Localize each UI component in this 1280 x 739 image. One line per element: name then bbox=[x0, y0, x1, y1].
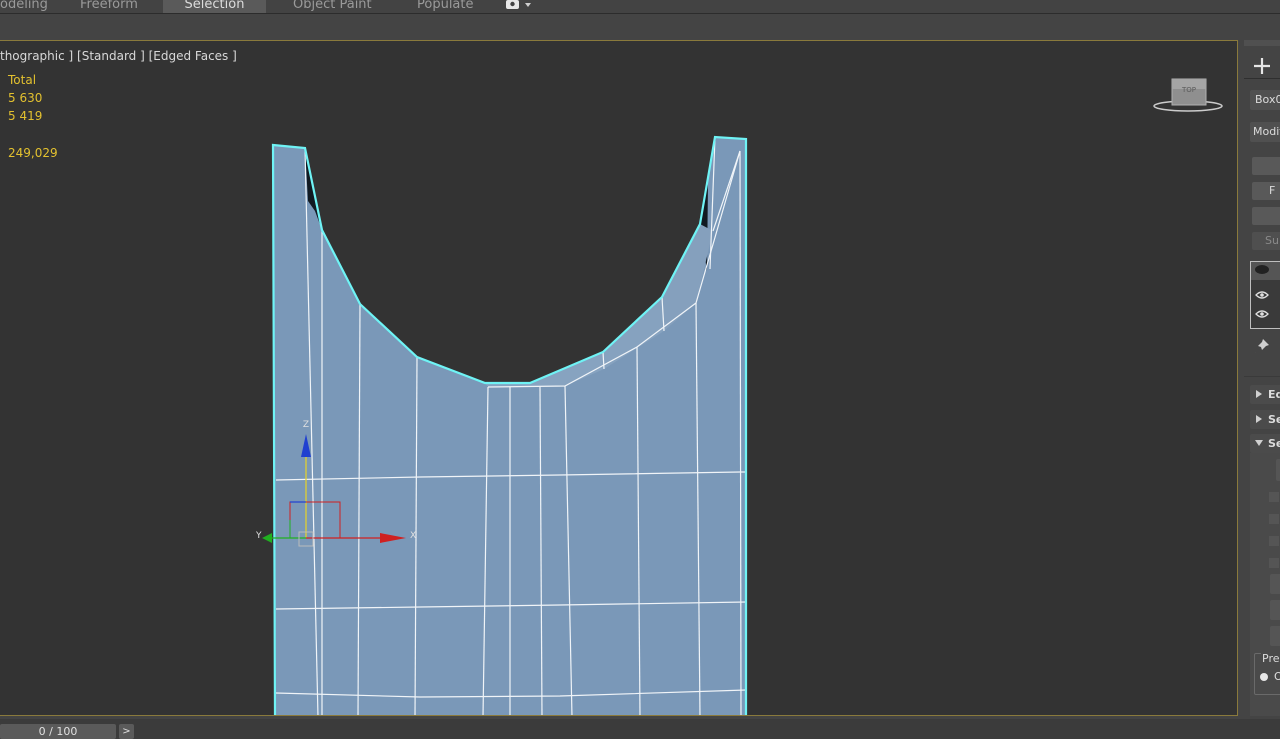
option-checkbox[interactable] bbox=[1268, 513, 1280, 525]
modifier-button-2[interactable]: F bbox=[1252, 182, 1280, 200]
pin-icon[interactable] bbox=[1254, 338, 1270, 358]
timeline-bar: 0 / 100 > bbox=[0, 719, 1280, 739]
next-frame-button[interactable]: > bbox=[119, 724, 134, 739]
preview-radio[interactable] bbox=[1260, 673, 1268, 681]
modifier-button-3[interactable] bbox=[1252, 207, 1280, 225]
tab-populate[interactable]: Populate bbox=[417, 0, 477, 14]
viewcube-label: TOP bbox=[1181, 86, 1196, 94]
command-panel: Box0 Modif F Su Ed Se Se bbox=[1244, 40, 1280, 720]
option-checkbox[interactable] bbox=[1268, 557, 1280, 569]
preview-group: Pre O bbox=[1254, 652, 1280, 695]
lightbulb-icon[interactable] bbox=[1255, 265, 1269, 274]
camera-dropdown-icon[interactable] bbox=[505, 0, 533, 9]
modifier-stack[interactable] bbox=[1250, 261, 1280, 329]
rollout-edit-geometry[interactable]: Ed bbox=[1250, 385, 1280, 404]
gizmo-z-label: Z bbox=[303, 420, 309, 430]
rollout-soft-selection[interactable]: Se bbox=[1250, 434, 1280, 453]
eye-icon[interactable] bbox=[1255, 304, 1269, 323]
plus-icon[interactable] bbox=[1252, 56, 1272, 80]
time-slider[interactable]: 0 / 100 bbox=[0, 724, 116, 739]
ribbon-tabs: odeling Freeform Selection Object Paint … bbox=[0, 0, 1280, 14]
viewcube-icon[interactable]: TOP bbox=[1153, 78, 1223, 112]
tab-freeform[interactable]: Freeform bbox=[80, 0, 140, 14]
gizmo-y-label: Y bbox=[255, 531, 262, 541]
mesh-object[interactable]: Z X Y TOP bbox=[0, 41, 1238, 716]
tab-modeling[interactable]: odeling bbox=[0, 0, 50, 14]
object-name-field[interactable]: Box0 bbox=[1250, 90, 1280, 110]
eye-icon[interactable] bbox=[1255, 285, 1269, 304]
gizmo-x-label: X bbox=[410, 531, 416, 541]
rollout-selection[interactable]: Se bbox=[1250, 410, 1280, 429]
tab-selection[interactable]: Selection bbox=[163, 0, 266, 14]
viewport-orthographic[interactable]: thographic ] [Standard ] [Edged Faces ] … bbox=[0, 40, 1238, 716]
rollout-body: Pre O bbox=[1250, 453, 1280, 716]
modifier-button-sub[interactable]: Su bbox=[1252, 232, 1280, 250]
tab-object-paint[interactable]: Object Paint bbox=[293, 0, 383, 14]
modifier-list-dropdown[interactable]: Modif bbox=[1250, 122, 1280, 142]
option-checkbox[interactable] bbox=[1268, 535, 1280, 547]
modifier-button-1[interactable] bbox=[1252, 157, 1280, 175]
option-checkbox[interactable] bbox=[1268, 491, 1280, 503]
